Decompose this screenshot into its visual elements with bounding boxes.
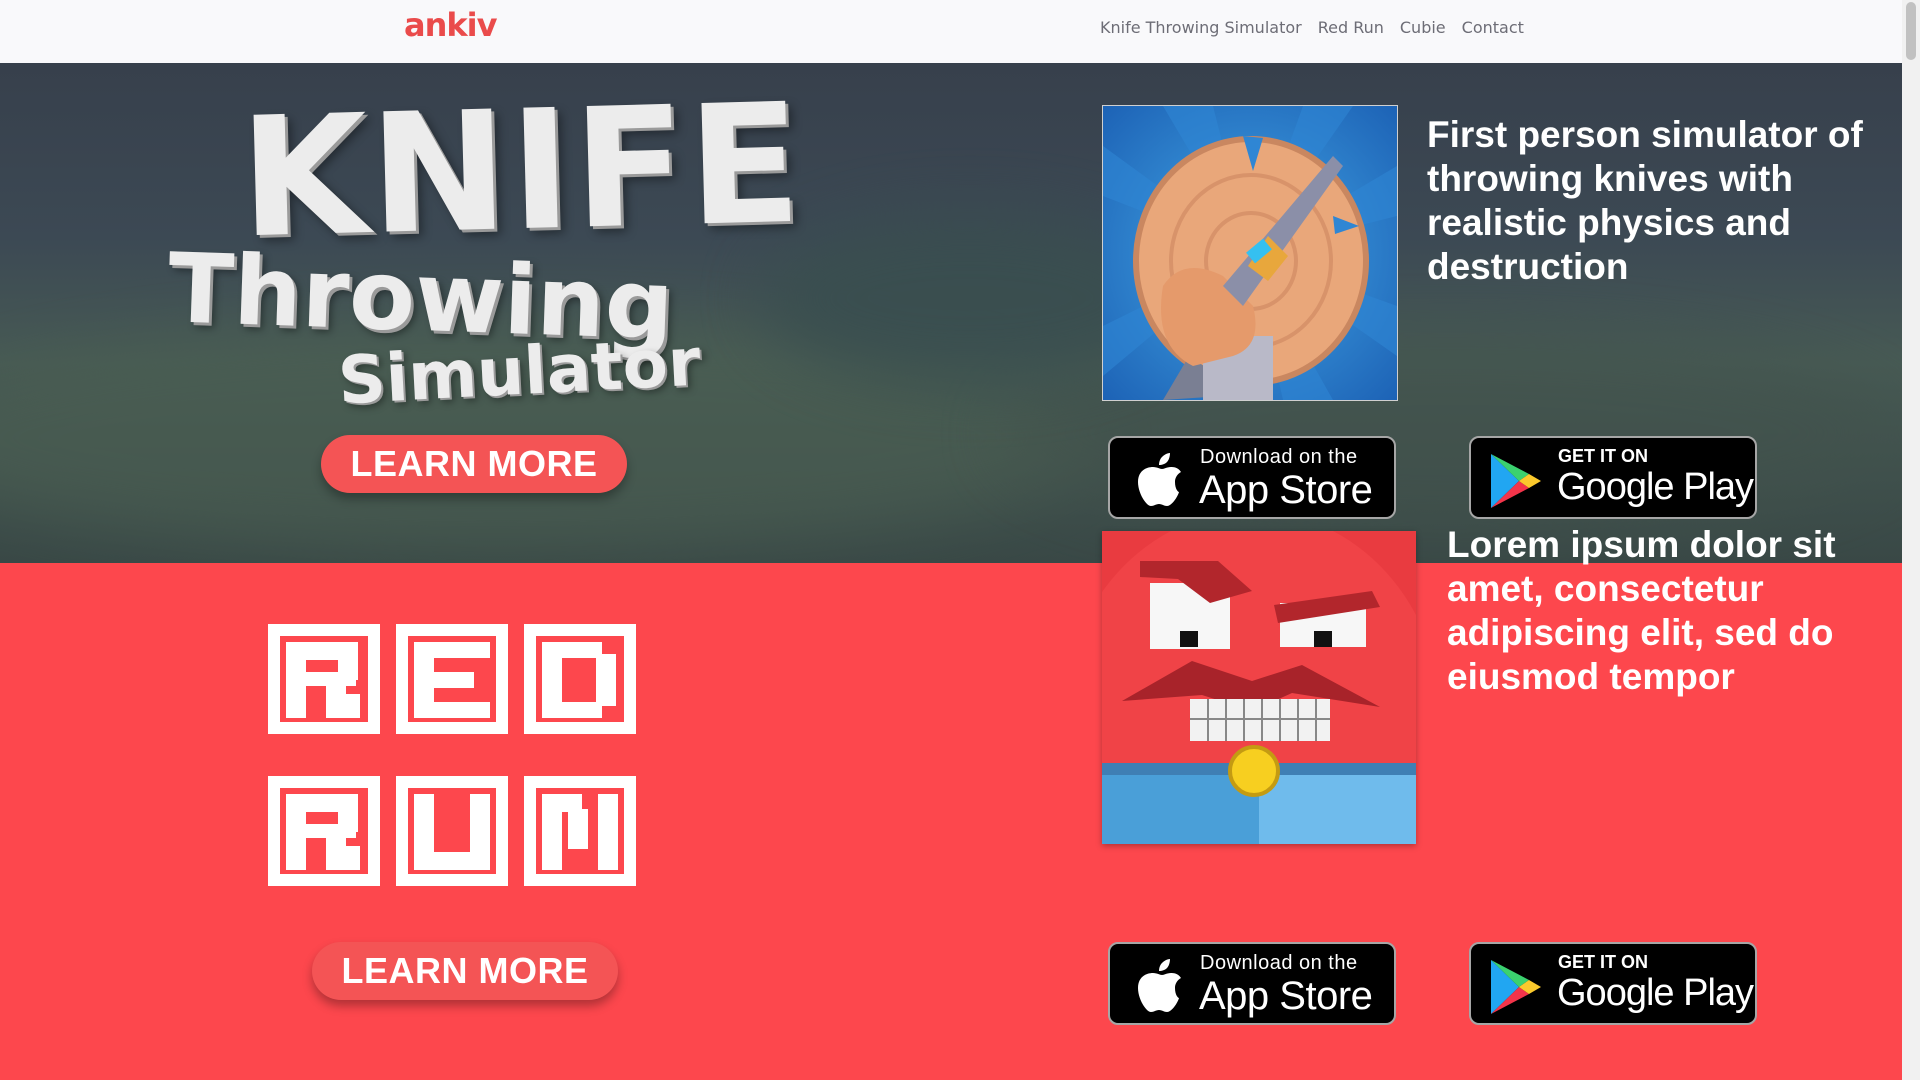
app-store-small-text: Download on the xyxy=(1200,952,1358,974)
app-store-big-text: App Store xyxy=(1199,974,1373,1018)
google-play-button-knife[interactable]: GET IT ON Google Play xyxy=(1469,436,1757,519)
red-run-game-icon[interactable] xyxy=(1102,531,1416,844)
red-run-tagline: Lorem ipsum dolor sit amet, consectetur … xyxy=(1447,524,1836,697)
google-play-small-text: GET IT ON xyxy=(1558,952,1648,972)
google-play-big-text: Google Play xyxy=(1557,466,1754,508)
nav-link-contact[interactable]: Contact xyxy=(1462,18,1524,37)
app-store-big-text: App Store xyxy=(1199,468,1373,512)
nav-link-red-run[interactable]: Red Run xyxy=(1318,18,1384,37)
nav-link-knife-throwing-simulator[interactable]: Knife Throwing Simulator xyxy=(1100,18,1302,37)
red-run-logo xyxy=(268,624,636,886)
google-play-big-text: Google Play xyxy=(1557,972,1754,1014)
google-play-icon xyxy=(1491,454,1541,508)
nav-link-cubie[interactable]: Cubie xyxy=(1400,18,1446,37)
page-scrollbar[interactable] xyxy=(1902,0,1920,1080)
knife-game-icon[interactable] xyxy=(1102,105,1398,401)
top-navbar: ankiv Knife Throwing Simulator Red Run C… xyxy=(0,0,1902,64)
knife-throwing-section: KNIFE Throwing Simulator LEARN MORE Firs… xyxy=(0,63,1902,563)
apple-icon xyxy=(1138,453,1181,506)
app-store-small-text: Download on the xyxy=(1200,446,1358,468)
scrollbar-thumb[interactable] xyxy=(1906,2,1916,60)
learn-more-button-red-run[interactable]: LEARN MORE xyxy=(312,942,618,1000)
nav-links: Knife Throwing Simulator Red Run Cubie C… xyxy=(1100,18,1524,37)
google-play-small-text: GET IT ON xyxy=(1558,446,1648,466)
knife-tagline: First person simulator of throwing knive… xyxy=(1427,114,1863,287)
google-play-button-red-run[interactable]: GET IT ON Google Play xyxy=(1469,942,1757,1025)
google-play-icon xyxy=(1491,960,1541,1014)
learn-more-button-knife[interactable]: LEARN MORE xyxy=(321,435,627,493)
brand-logo[interactable]: ankiv xyxy=(404,6,497,44)
app-store-button-red-run[interactable]: Download on the App Store xyxy=(1108,942,1396,1025)
app-store-button-knife[interactable]: Download on the App Store xyxy=(1108,436,1396,519)
apple-icon xyxy=(1138,959,1181,1012)
